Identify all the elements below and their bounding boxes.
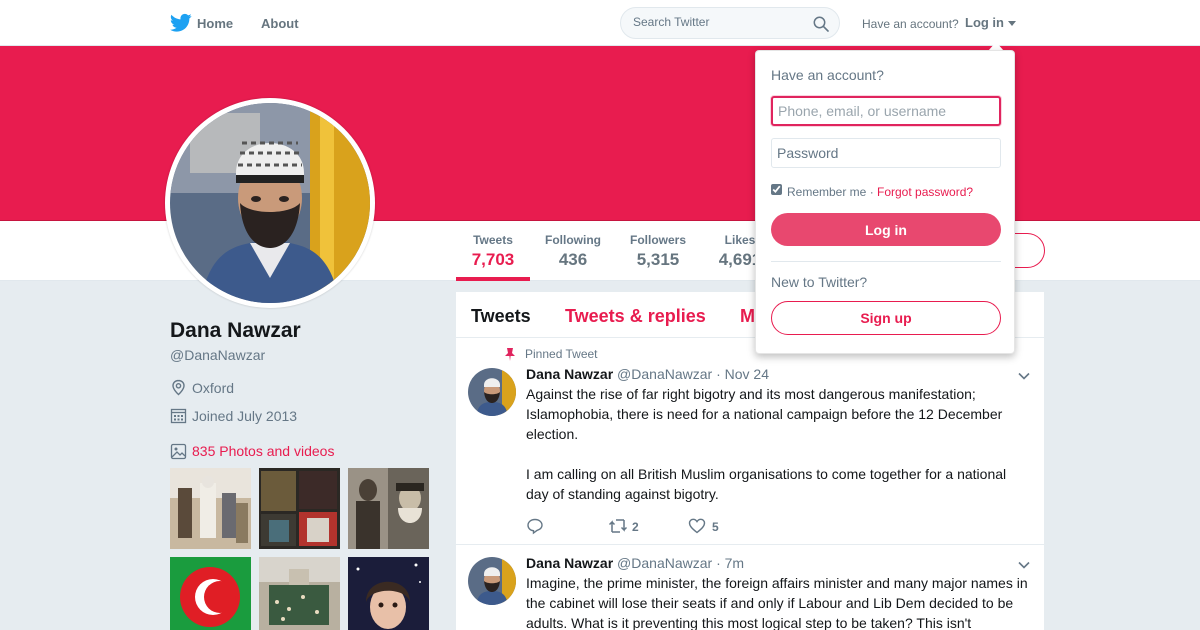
profile-name[interactable]: Dana Nawzar (170, 319, 301, 343)
stat-value: 7,703 (471, 250, 515, 269)
retweet-icon (608, 519, 628, 533)
have-account-text: Have an account? (862, 17, 959, 31)
tweet-header: Dana Nawzar @DanaNawzar · 7m (526, 555, 744, 571)
location-pin-icon (172, 379, 185, 396)
stat-value: 436 (558, 250, 588, 269)
search-input[interactable] (633, 15, 803, 29)
tweet-text: Against the rise of far right bigotry an… (526, 386, 1003, 442)
tweet-avatar[interactable] (468, 368, 516, 416)
tweet-author-name[interactable]: Dana Nawzar (526, 555, 613, 571)
profile-handle[interactable]: @DanaNawzar (170, 347, 265, 363)
tab-media[interactable]: M (740, 306, 755, 327)
stat-value: 5,315 (636, 250, 680, 269)
stat-label: Tweets (473, 233, 513, 247)
tweet-item[interactable]: Dana Nawzar @DanaNawzar · 7m Imagine, th… (456, 545, 1044, 630)
image-icon (170, 443, 187, 460)
tweet-item[interactable]: Pinned Tweet Dana Nawzar @DanaNawzar · N… (456, 338, 1044, 545)
profile-avatar[interactable] (165, 98, 375, 308)
photo-image (259, 557, 340, 630)
photo-image (170, 468, 251, 549)
tweet-author-handle[interactable]: @DanaNawzar (617, 366, 712, 382)
top-navigation: Home About Have an account? Log in (0, 0, 1200, 46)
tweet-separator: · (716, 555, 721, 571)
tweet-actions: 2 5 (526, 517, 826, 537)
calendar-icon (170, 408, 187, 424)
stat-label: Followers (629, 233, 686, 247)
username-field[interactable] (771, 96, 1001, 126)
heart-icon (688, 518, 706, 534)
nav-about-link[interactable]: About (261, 16, 299, 31)
tab-tweets[interactable]: Tweets (471, 306, 531, 327)
tweet-timestamp[interactable]: 7m (725, 555, 744, 571)
chevron-down-icon[interactable] (1008, 21, 1016, 26)
photo-thumbnail[interactable] (259, 468, 340, 549)
tweet-text: I am calling on all British Muslim organ… (526, 466, 1007, 502)
pin-icon (505, 348, 515, 361)
tweet-avatar[interactable] (468, 557, 516, 605)
avatar-image (468, 368, 516, 416)
new-to-twitter-text: New to Twitter? (771, 274, 868, 290)
pinned-label: Pinned Tweet (525, 347, 598, 361)
photo-image (170, 557, 251, 630)
tweet-header: Dana Nawzar @DanaNawzar · Nov 24 (526, 366, 769, 382)
dropdown-divider (771, 261, 1001, 262)
login-dropdown: Have an account? Remember me · Forgot pa… (755, 50, 1015, 354)
stat-label: Following (545, 233, 601, 247)
tweet-timestamp[interactable]: Nov 24 (725, 366, 769, 382)
photo-thumbnail[interactable] (170, 557, 251, 630)
tab-tweets-replies[interactable]: Tweets & replies (565, 306, 706, 327)
tweet-text: Imagine, the prime minister, the foreign… (526, 575, 1028, 630)
active-tab-indicator (456, 277, 530, 281)
photo-thumbnail[interactable] (170, 468, 251, 549)
photo-thumbnail[interactable] (259, 557, 340, 630)
stat-following[interactable]: Following 436 (538, 233, 608, 270)
login-button[interactable]: Log in (771, 213, 1001, 246)
remember-separator: · (869, 185, 874, 199)
tweet-author-name[interactable]: Dana Nawzar (526, 366, 613, 382)
reply-icon (527, 518, 543, 535)
twitter-bird-icon[interactable] (170, 13, 192, 33)
nav-home-link[interactable]: Home (197, 16, 233, 31)
photo-image (348, 557, 429, 630)
chevron-down-icon[interactable] (1017, 369, 1031, 383)
avatar-image (468, 557, 516, 605)
search-icon[interactable] (813, 16, 829, 32)
signup-button[interactable]: Sign up (771, 301, 1001, 335)
chevron-down-icon[interactable] (1017, 558, 1031, 572)
remember-me-label[interactable]: Remember me · (787, 185, 874, 199)
search-box (620, 7, 840, 39)
tweet-author-handle[interactable]: @DanaNawzar (617, 555, 712, 571)
login-menu-link[interactable]: Log in (965, 15, 1004, 30)
remember-me-checkbox[interactable] (771, 184, 782, 195)
photos-videos-label[interactable]: 835 Photos and videos (192, 443, 334, 459)
password-field[interactable] (771, 138, 1001, 168)
like-count: 5 (712, 520, 719, 534)
forgot-password-link[interactable]: Forgot password? (877, 185, 973, 199)
photo-thumbnail[interactable] (348, 468, 429, 549)
remember-me-text[interactable]: Remember me (787, 185, 866, 199)
photo-image (348, 468, 429, 549)
retweet-count: 2 (632, 520, 639, 534)
joined-text: Joined July 2013 (192, 408, 298, 424)
avatar-photo (170, 103, 370, 303)
tweet-separator: · (716, 366, 721, 382)
stat-tweets[interactable]: Tweets 7,703 (456, 233, 530, 270)
stat-followers[interactable]: Followers 5,315 (622, 233, 694, 270)
dropdown-title: Have an account? (771, 67, 884, 83)
photo-thumbnail[interactable] (348, 557, 429, 630)
photo-image (259, 468, 340, 549)
location-text: Oxford (192, 380, 235, 396)
